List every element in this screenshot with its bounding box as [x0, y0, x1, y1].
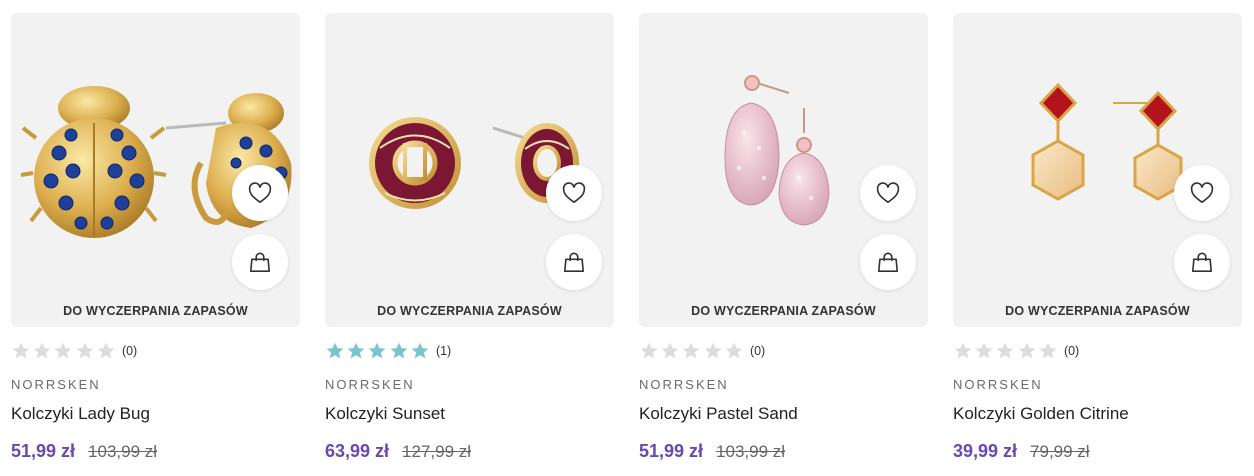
sale-price: 51,99 zł — [11, 441, 76, 461]
wishlist-button[interactable] — [546, 165, 602, 221]
star-icon — [1038, 341, 1058, 361]
star-icon — [11, 341, 31, 361]
star-icon — [32, 341, 52, 361]
price-row: 51,99 zł 103,99 zł — [639, 441, 785, 462]
sale-price: 63,99 zł — [325, 441, 390, 461]
star-icon — [325, 341, 345, 361]
product-image-area[interactable]: DO WYCZERPANIA ZAPASÓW — [11, 13, 300, 327]
star-icon — [953, 341, 973, 361]
star-icon — [410, 341, 430, 361]
star-icon — [367, 341, 387, 361]
product-brand: NORRSKEN — [953, 377, 1043, 392]
add-to-cart-button[interactable] — [546, 234, 602, 290]
star-icon — [703, 341, 723, 361]
star-icon — [724, 341, 744, 361]
heart-icon — [1190, 182, 1214, 204]
rating-count: (1) — [435, 344, 452, 358]
original-price: 127,99 zł — [402, 442, 472, 461]
stock-status-label: DO WYCZERPANIA ZAPASÓW — [63, 304, 248, 318]
product-image[interactable] — [953, 53, 1242, 253]
wishlist-button[interactable] — [860, 165, 916, 221]
add-to-cart-button[interactable] — [1174, 234, 1230, 290]
stock-status-label: DO WYCZERPANIA ZAPASÓW — [691, 304, 876, 318]
star-icon — [660, 341, 680, 361]
add-to-cart-button[interactable] — [232, 234, 288, 290]
rating-count: (0) — [749, 344, 766, 358]
stock-status-label: DO WYCZERPANIA ZAPASÓW — [377, 304, 562, 318]
product-image-area[interactable]: DO WYCZERPANIA ZAPASÓW — [639, 13, 928, 327]
star-icon — [389, 341, 409, 361]
star-icon — [681, 341, 701, 361]
star-icon — [974, 341, 994, 361]
star-icon — [75, 341, 95, 361]
product-rating: (0) — [639, 341, 765, 361]
product-image-area[interactable]: DO WYCZERPANIA ZAPASÓW — [325, 13, 614, 327]
heart-icon — [876, 182, 900, 204]
sale-price: 51,99 zł — [639, 441, 704, 461]
star-icon — [639, 341, 659, 361]
price-row: 39,99 zł 79,99 zł — [953, 441, 1090, 462]
star-icon — [96, 341, 116, 361]
wishlist-button[interactable] — [232, 165, 288, 221]
product-image[interactable] — [325, 53, 614, 253]
original-price: 103,99 zł — [716, 442, 786, 461]
price-row: 63,99 zł 127,99 zł — [325, 441, 471, 462]
product-card[interactable]: DO WYCZERPANIA ZAPASÓW (0) NORRSKEN Kolc… — [639, 0, 929, 476]
shopping-bag-icon — [877, 252, 899, 273]
product-brand: NORRSKEN — [325, 377, 415, 392]
rating-count: (0) — [1063, 344, 1080, 358]
product-grid: DO WYCZERPANIA ZAPASÓW (0) NORRSKEN Kolc… — [0, 0, 1254, 476]
product-rating: (1) — [325, 341, 451, 361]
shopping-bag-icon — [563, 252, 585, 273]
original-price: 103,99 zł — [88, 442, 158, 461]
product-card[interactable]: DO WYCZERPANIA ZAPASÓW (1) NORRSKEN Kolc… — [325, 0, 615, 476]
product-image-area[interactable]: DO WYCZERPANIA ZAPASÓW — [953, 13, 1242, 327]
product-brand: NORRSKEN — [639, 377, 729, 392]
stock-status-label: DO WYCZERPANIA ZAPASÓW — [1005, 304, 1190, 318]
star-icon — [53, 341, 73, 361]
heart-icon — [248, 182, 272, 204]
rating-count: (0) — [121, 344, 138, 358]
product-name-link[interactable]: Kolczyki Golden Citrine — [953, 404, 1129, 424]
star-icon — [346, 341, 366, 361]
product-name-link[interactable]: Kolczyki Pastel Sand — [639, 404, 798, 424]
product-card[interactable]: DO WYCZERPANIA ZAPASÓW (0) NORRSKEN Kolc… — [11, 0, 301, 476]
wishlist-button[interactable] — [1174, 165, 1230, 221]
star-icon — [995, 341, 1015, 361]
product-image[interactable] — [11, 53, 300, 253]
product-rating: (0) — [11, 341, 137, 361]
product-name-link[interactable]: Kolczyki Lady Bug — [11, 404, 150, 424]
shopping-bag-icon — [249, 252, 271, 273]
product-name-link[interactable]: Kolczyki Sunset — [325, 404, 445, 424]
shopping-bag-icon — [1191, 252, 1213, 273]
heart-icon — [562, 182, 586, 204]
product-image[interactable] — [639, 53, 928, 253]
product-card[interactable]: DO WYCZERPANIA ZAPASÓW (0) NORRSKEN Kolc… — [953, 0, 1243, 476]
sale-price: 39,99 zł — [953, 441, 1018, 461]
price-row: 51,99 zł 103,99 zł — [11, 441, 157, 462]
original-price: 79,99 zł — [1030, 442, 1090, 461]
star-icon — [1017, 341, 1037, 361]
product-rating: (0) — [953, 341, 1079, 361]
product-brand: NORRSKEN — [11, 377, 101, 392]
add-to-cart-button[interactable] — [860, 234, 916, 290]
